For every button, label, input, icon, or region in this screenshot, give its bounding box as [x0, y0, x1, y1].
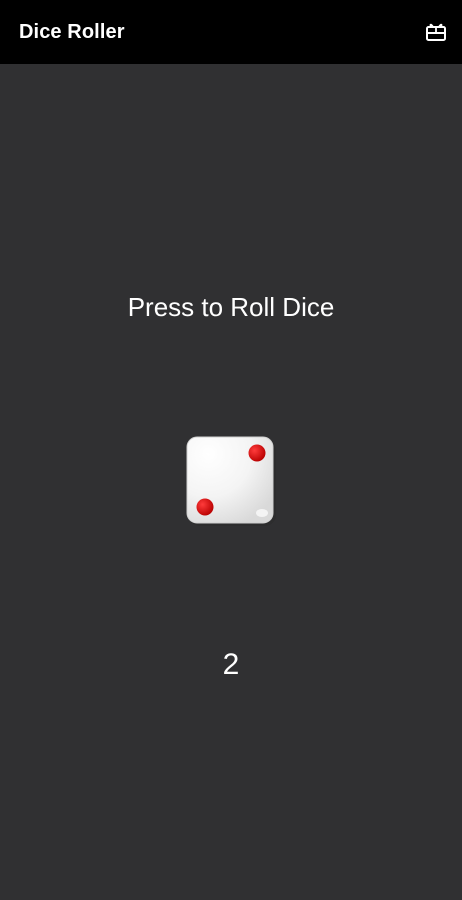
- app-title: Dice Roller: [19, 21, 125, 43]
- dice-face-two-icon: [186, 436, 276, 526]
- roll-result: 2: [222, 648, 240, 681]
- roll-prompt: Press to Roll Dice: [127, 292, 335, 322]
- app-screen: Dice Roller Press to Roll Dice 2: [0, 0, 462, 900]
- dice-pip: [196, 498, 214, 516]
- dice-button[interactable]: [186, 436, 276, 526]
- gift-card-icon-glyph: [426, 23, 446, 41]
- app-bar: Dice Roller: [0, 0, 462, 64]
- dice-pip: [248, 444, 266, 462]
- gift-card-icon[interactable]: [424, 20, 448, 44]
